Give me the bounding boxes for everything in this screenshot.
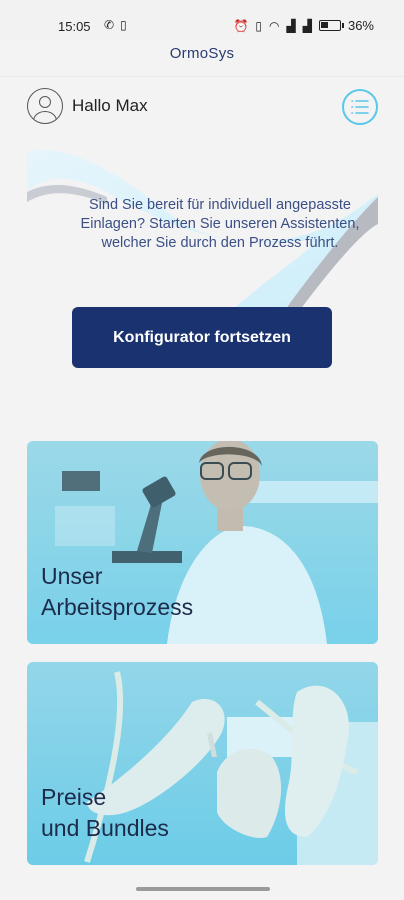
card-title-line2: und Bundles	[41, 815, 169, 841]
header-divider	[0, 76, 404, 77]
status-bar: 15:05 ✆ ▯ ⏰ ▯ ◠ ▟ ▟ 36%	[0, 0, 404, 40]
battery-percent: 36%	[347, 18, 374, 33]
card-title-line1: Preise	[41, 784, 107, 810]
card-title: Unser Arbeitsprozess	[41, 561, 193, 623]
hero-text: Sind Sie bereit für individuell angepass…	[80, 197, 360, 251]
vibrate-icon: ▯	[255, 18, 263, 33]
card-title: Preise und Bundles	[41, 782, 169, 844]
user-row[interactable]: Hallo Max	[27, 88, 148, 124]
status-left-icons: ✆ ▯	[104, 18, 127, 32]
avatar[interactable]	[27, 88, 63, 124]
card-prices-bundles[interactable]: Preise und Bundles	[27, 662, 378, 865]
signal-icon: ▟	[286, 18, 296, 33]
greeting: Hallo Max	[72, 96, 148, 115]
hero-section: Sind Sie bereit für individuell angepass…	[27, 142, 378, 314]
card-work-process[interactable]: Unser Arbeitsprozess	[27, 441, 378, 644]
status-right-icons: ⏰ ▯ ◠ ▟ ▟ 36%	[233, 18, 374, 33]
home-indicator[interactable]	[136, 887, 270, 891]
configurator-continue-button[interactable]: Konfigurator fortsetzen	[72, 307, 332, 368]
notification-icon: ▯	[120, 18, 127, 32]
menu-button[interactable]	[342, 89, 378, 125]
card-title-line1: Unser	[41, 563, 103, 589]
battery-icon	[318, 20, 344, 31]
app-title: OrmoSys	[169, 45, 235, 62]
menu-icon	[351, 100, 369, 114]
signal-icon: ▟	[302, 18, 312, 33]
wifi-icon: ◠	[269, 18, 280, 33]
alarm-icon: ⏰	[233, 18, 249, 33]
status-time: 15:05	[58, 19, 91, 34]
whatsapp-icon: ✆	[104, 18, 115, 32]
card-title-line2: Arbeitsprozess	[41, 594, 194, 620]
